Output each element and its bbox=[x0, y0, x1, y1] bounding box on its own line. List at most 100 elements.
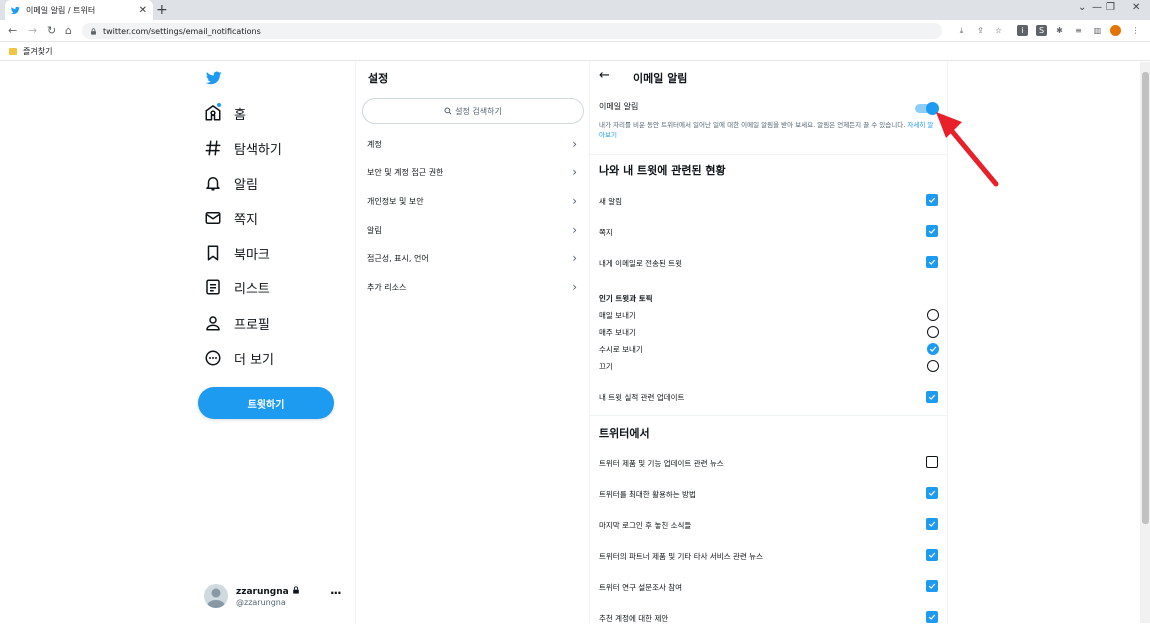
nav-item-more[interactable]: 더 보기 bbox=[204, 347, 274, 369]
settings-column: 설정 설정 검색하기 계정 › 보안 및 계정 접근 권한 › 개인정보 및 보안 ›… bbox=[355, 62, 590, 623]
notification-dot bbox=[216, 102, 222, 108]
nav-item-messages[interactable]: 쪽지 bbox=[204, 207, 258, 229]
tab-close-icon[interactable]: ✕ bbox=[139, 5, 147, 16]
option-label: 매주 보내기 bbox=[599, 328, 636, 337]
browser-tabstrip: 이메일 알림 / 트위터 ✕ + ⌄ — ❐ ✕ bbox=[0, 0, 1150, 20]
minimize-window-icon[interactable]: — bbox=[1092, 2, 1102, 13]
option-label: 쪽지 bbox=[599, 228, 613, 237]
nav-item-lists[interactable]: 리스트 bbox=[204, 276, 270, 298]
radio-weekly[interactable] bbox=[927, 326, 939, 338]
new-tab-button[interactable]: + bbox=[156, 2, 168, 18]
home-page-icon[interactable]: ⌂ bbox=[65, 23, 72, 39]
search-icon bbox=[444, 107, 452, 115]
radio-periodically[interactable] bbox=[927, 343, 939, 355]
extension-s-icon[interactable]: S bbox=[1036, 25, 1047, 36]
settings-item-label: 보안 및 계정 접근 권한 bbox=[367, 167, 444, 177]
reload-icon[interactable]: ↻ bbox=[47, 23, 56, 39]
back-icon[interactable]: ← bbox=[8, 23, 17, 39]
email-notifications-panel: ← 이메일 알림 이메일 알림 내가 자리를 비운 동안 트위터에서 일어난 일… bbox=[590, 62, 948, 623]
checkbox-emailed-tweets[interactable] bbox=[926, 256, 938, 268]
tab-search-icon[interactable]: ⌄ bbox=[1078, 2, 1086, 13]
settings-item-security[interactable]: 보안 및 계정 접근 권한 › bbox=[356, 162, 589, 182]
nav-label-messages: 쪽지 bbox=[234, 212, 258, 228]
settings-item-accessibility[interactable]: 접근성, 표시, 언어 › bbox=[356, 248, 589, 268]
page-title: 이메일 알림 bbox=[633, 72, 688, 85]
restore-window-icon[interactable]: ❐ bbox=[1106, 2, 1115, 13]
side-panel-icon[interactable]: ▥ bbox=[1092, 25, 1103, 36]
settings-search-input[interactable]: 설정 검색하기 bbox=[362, 98, 584, 124]
nav-item-bookmarks[interactable]: 북마크 bbox=[204, 242, 270, 264]
checkbox-new-notifications[interactable] bbox=[926, 194, 938, 206]
checkbox-account-suggestions[interactable] bbox=[926, 611, 938, 623]
option-label: 트위터를 최대한 활용하는 방법 bbox=[599, 490, 696, 499]
radio-daily[interactable] bbox=[927, 309, 939, 321]
scrollbar-thumb[interactable] bbox=[1142, 72, 1149, 524]
check-icon bbox=[929, 346, 937, 352]
nav-label-more: 더 보기 bbox=[234, 352, 275, 368]
account-name: zzarungna bbox=[236, 586, 300, 597]
check-icon bbox=[928, 614, 936, 620]
section-title-activity: 나와 내 트윗에 관련된 현황 bbox=[599, 164, 726, 177]
more-circle-icon bbox=[205, 350, 221, 366]
check-icon bbox=[928, 583, 936, 589]
extensions-puzzle-icon[interactable]: ✱ bbox=[1054, 25, 1065, 36]
bookmark-folder-label[interactable]: 즐겨찾기 bbox=[23, 46, 52, 57]
share-icon[interactable]: ⇪ bbox=[975, 25, 986, 36]
top-tweets-title: 인기 트윗과 토픽 bbox=[599, 294, 653, 303]
reading-list-icon[interactable]: ≡ bbox=[1073, 25, 1084, 36]
hashtag-icon bbox=[205, 140, 221, 156]
nav-label-lists: 리스트 bbox=[234, 281, 270, 297]
option-label: 수시로 보내기 bbox=[599, 345, 643, 354]
email-toggle-label: 이메일 알림 bbox=[599, 102, 639, 111]
address-bar[interactable]: twitter.com/settings/email_notifications bbox=[82, 23, 942, 39]
nav-item-home[interactable]: 홈 bbox=[204, 102, 246, 124]
search-placeholder: 설정 검색하기 bbox=[455, 106, 502, 116]
account-switcher[interactable]: zzarungna @zzarungna ··· bbox=[204, 582, 344, 614]
settings-item-account[interactable]: 계정 › bbox=[356, 134, 589, 154]
option-label: 매일 보내기 bbox=[599, 311, 636, 320]
forward-icon[interactable]: → bbox=[28, 23, 37, 39]
checkbox-partner-news[interactable] bbox=[926, 549, 938, 561]
option-label: 트위터의 파트너 제품 및 기타 타사 서비스 관련 뉴스 bbox=[599, 552, 763, 561]
settings-title: 설정 bbox=[368, 72, 389, 85]
checkbox-research-surveys[interactable] bbox=[926, 580, 938, 592]
twitter-logo-icon[interactable] bbox=[205, 70, 223, 86]
settings-item-label: 계정 bbox=[367, 139, 382, 149]
avatar bbox=[204, 584, 228, 608]
checkbox-tips[interactable] bbox=[926, 487, 938, 499]
checkbox-product-news[interactable] bbox=[926, 456, 938, 468]
nav-item-explore[interactable]: 탐색하기 bbox=[204, 137, 282, 159]
option-label: 끄기 bbox=[599, 362, 613, 371]
tweet-button[interactable]: 트윗하기 bbox=[198, 387, 334, 419]
bell-icon bbox=[206, 177, 220, 191]
settings-item-label: 개인정보 및 보안 bbox=[367, 196, 424, 206]
profile-avatar-icon[interactable] bbox=[1110, 25, 1121, 36]
checkbox-tweet-performance[interactable] bbox=[926, 391, 938, 403]
radio-off[interactable] bbox=[927, 360, 939, 372]
chevron-right-icon: › bbox=[572, 194, 577, 208]
back-arrow-icon[interactable]: ← bbox=[599, 68, 610, 83]
account-more-icon[interactable]: ··· bbox=[330, 586, 342, 600]
nav-label-profile: 프로필 bbox=[234, 317, 270, 333]
protected-lock-icon bbox=[293, 586, 299, 594]
default-avatar-icon bbox=[206, 588, 226, 608]
star-icon[interactable]: ☆ bbox=[993, 25, 1004, 36]
settings-item-privacy[interactable]: 개인정보 및 보안 › bbox=[356, 191, 589, 211]
nav-label-bookmarks: 북마크 bbox=[234, 247, 270, 263]
extension-1-icon[interactable]: i bbox=[1017, 25, 1028, 36]
close-window-icon[interactable]: ✕ bbox=[1132, 2, 1140, 13]
install-app-icon[interactable]: ⤓ bbox=[956, 25, 967, 36]
nav-item-notifications[interactable]: 알림 bbox=[204, 172, 258, 194]
twitter-favicon-icon bbox=[11, 6, 20, 14]
browser-menu-icon[interactable]: ⋮ bbox=[1130, 25, 1141, 36]
nav-item-profile[interactable]: 프로필 bbox=[204, 312, 270, 334]
checkbox-direct-messages[interactable] bbox=[926, 225, 938, 237]
browser-tab[interactable]: 이메일 알림 / 트위터 ✕ bbox=[5, 0, 153, 20]
list-icon bbox=[206, 279, 220, 295]
settings-item-resources[interactable]: 추가 리소스 › bbox=[356, 277, 589, 297]
folder-icon bbox=[9, 47, 17, 55]
settings-item-notifications[interactable]: 알림 › bbox=[356, 220, 589, 240]
checkbox-missed-updates[interactable] bbox=[926, 518, 938, 530]
chevron-right-icon: › bbox=[572, 165, 577, 179]
envelope-icon bbox=[205, 212, 221, 224]
